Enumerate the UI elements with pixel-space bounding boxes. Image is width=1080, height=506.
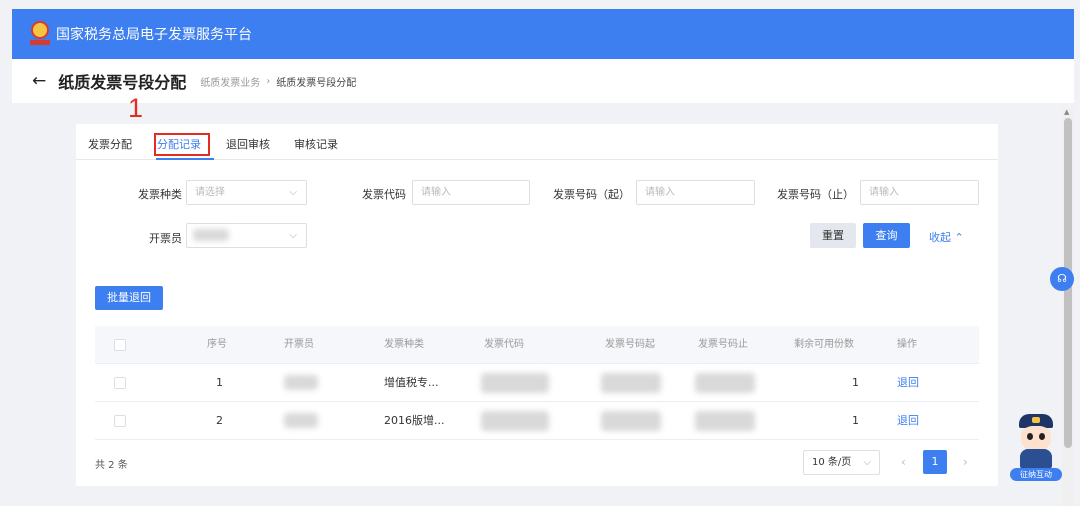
invoice-number-end-input[interactable]: 请输入 (860, 180, 979, 205)
column-header-invoice-code: 发票代码 (484, 339, 524, 350)
headset-icon[interactable]: ☊ (1050, 267, 1074, 291)
top-bar: 国家税务总局电子发票服务平台 (12, 9, 1074, 59)
arrow-left-icon[interactable]: ← (32, 71, 46, 91)
redacted-invoice-code (481, 373, 549, 393)
assistant-mascot[interactable]: 征纳互动 (1010, 412, 1062, 482)
table-header: 序号 开票员 发票种类 发票代码 发票号码起 发票号码止 剩余可用份数 操作 (95, 326, 979, 364)
page-title: 纸质发票号段分配 (58, 73, 187, 92)
tab-review-records[interactable]: 审核记录 (294, 136, 338, 152)
breadcrumb-item-paper-invoice[interactable]: 纸质发票业务 (200, 74, 260, 89)
cell-index: 1 (216, 376, 223, 389)
prev-page-icon[interactable]: ‹ (901, 455, 906, 469)
column-header-actions: 操作 (897, 339, 917, 350)
column-header-index: 序号 (207, 339, 227, 350)
cell-index: 2 (216, 414, 223, 427)
tab-return-review[interactable]: 退回审核 (226, 136, 270, 152)
column-header-number-end: 发票号码止 (698, 339, 748, 350)
main-card: 发票分配 分配记录 退回审核 审核记录 1 发票种类 请选择 ⌵ 发票代码 请输… (76, 93, 998, 486)
app-title: 国家税务总局电子发票服务平台 (56, 27, 252, 43)
breadcrumb-item-current: 纸质发票号段分配 (276, 77, 357, 89)
scroll-up-icon[interactable]: ▲ (1064, 108, 1069, 116)
return-link[interactable]: 退回 (897, 364, 919, 402)
chevron-down-icon: ⌵ (289, 187, 297, 198)
invoice-number-start-label: 发票号码（起） (553, 188, 630, 201)
invoice-code-label: 发票代码 (362, 188, 406, 201)
redacted-number-end (695, 411, 755, 431)
redacted-issuer (284, 375, 318, 390)
total-count: 共 2 条 (95, 460, 128, 471)
breadcrumb-separator: › (266, 75, 271, 87)
cell-invoice-type: 增值税专... (384, 376, 439, 389)
select-all-checkbox[interactable] (114, 339, 126, 351)
next-page-icon[interactable]: › (963, 455, 968, 469)
issuer-label: 开票员 (149, 232, 182, 245)
batch-return-button[interactable]: 批量退回 (95, 286, 163, 310)
table-row: 1 增值税专... 1 退回 (95, 364, 979, 402)
chevron-down-icon: ⌵ (863, 457, 871, 468)
chevron-up-icon: ⌃ (954, 231, 964, 244)
redacted-number-end (695, 373, 755, 393)
page-size-select[interactable]: 10 条/页 ⌵ (803, 450, 880, 475)
redacted-issuer-name (193, 229, 229, 241)
mascot-face (1021, 426, 1051, 450)
page-header: ← 纸质发票号段分配 纸质发票业务 › 纸质发票号段分配 (12, 59, 1074, 103)
tax-emblem-icon (30, 21, 50, 47)
query-button[interactable]: 查询 (863, 223, 910, 248)
invoice-type-label: 发票种类 (138, 188, 182, 201)
invoice-number-start-input[interactable]: 请输入 (636, 180, 755, 205)
row-checkbox[interactable] (114, 377, 126, 389)
redacted-invoice-code (481, 411, 549, 431)
tab-invoice-allocation[interactable]: 发票分配 (88, 136, 132, 152)
column-header-issuer: 开票员 (284, 339, 314, 350)
column-header-number-start: 发票号码起 (605, 339, 655, 350)
redacted-issuer (284, 413, 318, 428)
mascot-badge (1032, 417, 1040, 423)
tab-bar: 发票分配 分配记录 退回审核 审核记录 1 (76, 93, 998, 160)
redacted-number-start (601, 411, 661, 431)
cell-invoice-type: 2016版增... (384, 414, 445, 427)
invoice-type-select[interactable]: 请选择 ⌵ (186, 180, 307, 205)
row-checkbox[interactable] (114, 415, 126, 427)
invoice-number-end-label: 发票号码（止） (777, 188, 854, 201)
collapse-link[interactable]: 收起 ⌃ (929, 229, 964, 245)
table-row: 2 2016版增... 1 退回 (95, 402, 979, 440)
page-scrollbar[interactable]: ▲ (1062, 108, 1074, 506)
mascot-label[interactable]: 征纳互动 (1010, 468, 1062, 481)
redacted-number-start (601, 373, 661, 393)
annotation-highlight-box (154, 133, 210, 156)
return-link[interactable]: 退回 (897, 402, 919, 440)
cell-remaining: 1 (852, 376, 859, 389)
annotation-number: 1 (128, 93, 144, 123)
active-tab-indicator (156, 158, 214, 160)
chevron-down-icon: ⌵ (289, 230, 297, 241)
reset-button[interactable]: 重置 (810, 223, 856, 248)
cell-remaining: 1 (852, 414, 859, 427)
column-header-remaining: 剩余可用份数 (794, 339, 854, 350)
column-header-invoice-type: 发票种类 (384, 339, 424, 350)
mascot-body (1020, 449, 1052, 469)
invoice-code-input[interactable]: 请输入 (412, 180, 530, 205)
page-number-current[interactable]: 1 (923, 450, 947, 474)
